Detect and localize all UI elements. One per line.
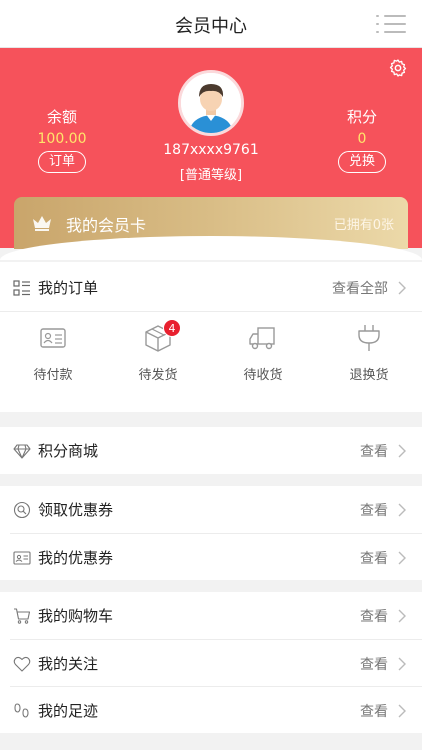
points-mall-section: 积分商城 查看 [0, 427, 422, 474]
diamond-icon [13, 444, 31, 459]
orders-title: 我的订单 [38, 279, 99, 297]
follows-row[interactable]: 我的关注 查看 [10, 639, 422, 686]
exchange-pill-button[interactable]: 兑换 [337, 151, 386, 173]
crown-icon [33, 216, 51, 231]
history-row[interactable]: 我的足迹 查看 [10, 686, 422, 733]
orders-section: 我的订单 查看全部 待付款 4 待发货 待收货 退换货 [0, 262, 422, 412]
chevron-right-icon [398, 551, 406, 565]
balance-block: 余额 100.00 订单 [17, 106, 107, 173]
heart-icon [13, 656, 31, 672]
status-label: 待付款 [33, 368, 73, 383]
chevron-right-icon [398, 444, 406, 458]
chevron-right-icon [398, 503, 406, 517]
chevron-right-icon [398, 609, 406, 623]
orders-header-row[interactable]: 我的订单 查看全部 [0, 262, 422, 312]
follows-label: 我的关注 [38, 655, 99, 673]
get-coupons-label: 领取优惠券 [38, 501, 114, 519]
status-label: 待收货 [243, 368, 283, 383]
chevron-right-icon [398, 657, 406, 671]
view-link[interactable]: 查看 [360, 500, 388, 520]
view-link[interactable]: 查看 [360, 654, 388, 674]
status-pending-shipment[interactable]: 4 待发货 [105, 319, 211, 383]
balance-label: 余额 [46, 108, 77, 126]
id-card-icon [13, 551, 31, 565]
points-block: 积分 0 兑换 [317, 106, 407, 173]
order-list-icon [13, 280, 30, 296]
top-nav: 会员中心 [0, 0, 422, 48]
view-link[interactable]: 查看 [360, 441, 388, 461]
page-title: 会员中心 [175, 16, 247, 37]
cart-icon [14, 608, 31, 624]
chevron-right-icon [398, 704, 406, 718]
chevron-right-icon [398, 281, 406, 295]
plug-exchange-icon [358, 325, 380, 351]
points-mall-label: 积分商城 [38, 442, 99, 460]
status-pending-receipt[interactable]: 待收货 [210, 322, 316, 383]
avatar[interactable] [178, 70, 244, 136]
status-returns[interactable]: 退换货 [316, 322, 422, 383]
my-coupons-label: 我的优惠券 [38, 549, 114, 567]
footprint-icon [14, 703, 29, 718]
coupons-section: 领取优惠券 查看 我的优惠券 查看 [0, 486, 422, 580]
view-all-orders-link[interactable]: 查看全部 [332, 278, 388, 298]
coupon-search-icon [13, 501, 31, 519]
menu-icon[interactable] [376, 14, 406, 34]
settings-gear-icon[interactable] [388, 58, 408, 78]
shopping-section: 我的购物车 查看 我的关注 查看 我的足迹 查看 [0, 592, 422, 733]
truck-icon [249, 327, 275, 350]
status-pending-payment[interactable]: 待付款 [0, 322, 106, 383]
user-avatar-icon [181, 73, 241, 133]
points-label: 积分 [346, 108, 377, 126]
view-link[interactable]: 查看 [360, 548, 388, 568]
points-mall-row[interactable]: 积分商城 查看 [0, 427, 422, 474]
cart-row[interactable]: 我的购物车 查看 [0, 592, 422, 639]
status-label: 待发货 [138, 368, 178, 383]
my-coupons-row[interactable]: 我的优惠券 查看 [10, 533, 422, 580]
member-card-count: 已拥有0张 [333, 218, 394, 233]
cart-label: 我的购物车 [38, 607, 114, 625]
view-link[interactable]: 查看 [360, 606, 388, 626]
member-center-page: 会员中心 余额 100.00 订单 187xxxx9761 [普通等级] 积分 … [0, 0, 422, 750]
member-card-title: 我的会员卡 [66, 216, 147, 235]
get-coupons-row[interactable]: 领取优惠券 查看 [0, 486, 422, 533]
history-label: 我的足迹 [38, 702, 99, 720]
pending-shipment-badge: 4 [163, 319, 181, 337]
wallet-icon [40, 328, 66, 348]
view-link[interactable]: 查看 [360, 701, 388, 721]
points-value: 0 [357, 131, 367, 147]
status-label: 退换货 [349, 368, 389, 383]
